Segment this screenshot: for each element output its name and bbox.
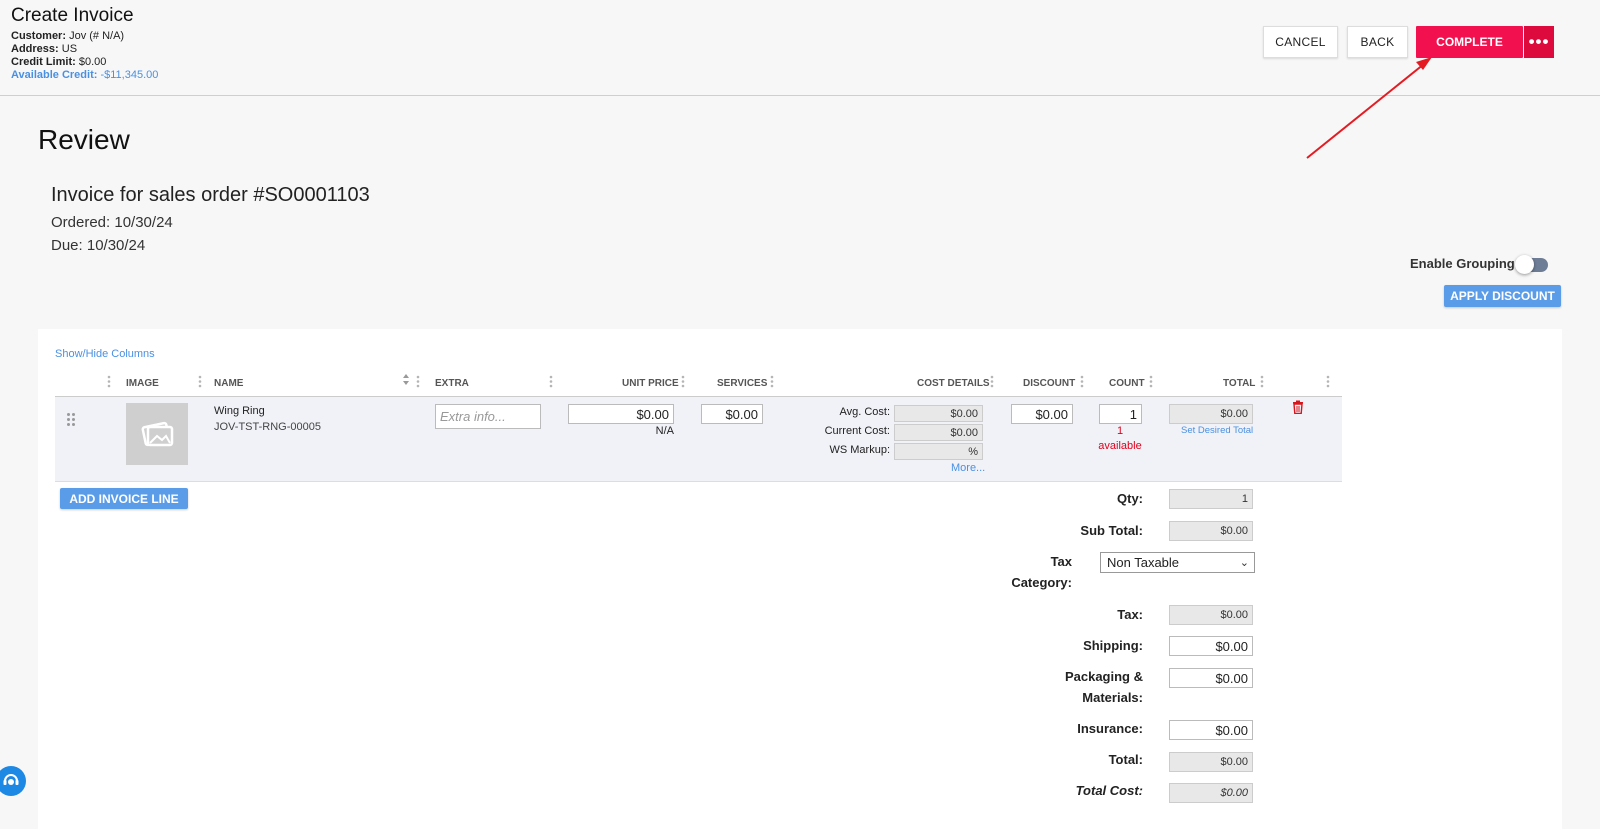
cancel-button[interactable]: CANCEL — [1263, 26, 1338, 58]
show-hide-columns-link[interactable]: Show/Hide Columns — [55, 348, 155, 360]
line-total-value: $0.00 — [1169, 404, 1253, 424]
subtotal-label: Sub Total: — [1080, 523, 1143, 538]
review-heading: Review — [38, 124, 130, 155]
set-desired-total-link[interactable]: Set Desired Total — [1181, 425, 1253, 436]
item-name[interactable]: Wing Ring — [214, 405, 265, 417]
product-image-placeholder — [126, 403, 188, 465]
discount-input[interactable]: $0.00 — [1011, 404, 1073, 424]
qty-label: Qty: — [1117, 491, 1143, 506]
toggle-knob — [1515, 255, 1534, 274]
invoice-title: Invoice for sales order #SO0001103 — [51, 184, 370, 206]
available-count: 1 — [1116, 425, 1124, 437]
unit-price-note: N/A — [655, 425, 674, 437]
drag-handle-icon[interactable] — [67, 413, 77, 429]
avg-cost-value: $0.00 — [894, 405, 983, 422]
current-cost-value: $0.00 — [894, 424, 983, 441]
chevron-down-icon: ⌄ — [1239, 557, 1249, 569]
add-invoice-line-button[interactable]: ADD INVOICE LINE — [60, 488, 188, 509]
item-sku: JOV-TST-RNG-00005 — [214, 421, 321, 433]
more-options-button[interactable]: ••• — [1524, 26, 1554, 58]
ordered-date: Ordered: 10/30/24 — [51, 214, 173, 231]
support-chat-button[interactable] — [0, 766, 26, 796]
tax-label: Tax: — [1117, 607, 1143, 622]
complete-button[interactable]: COMPLETE — [1416, 26, 1523, 58]
insurance-input[interactable]: $0.00 — [1169, 720, 1253, 740]
address-line: Address: US — [11, 43, 78, 55]
current-cost-label: Current Cost: — [824, 425, 890, 437]
unit-price-input[interactable]: $0.00 — [568, 404, 674, 424]
extra-info-input[interactable]: Extra info... — [435, 404, 541, 429]
insurance-label: Insurance: — [1077, 721, 1143, 736]
column-resize-handles — [107, 374, 1330, 388]
delete-line-icon[interactable] — [1292, 400, 1304, 414]
sort-icon — [403, 374, 409, 385]
subtotal-value: $0.00 — [1169, 521, 1253, 541]
qty-value: 1 — [1169, 489, 1253, 509]
apply-discount-button[interactable]: APPLY DISCOUNT — [1444, 285, 1561, 307]
available-credit-line: Available Credit: -$11,345.00 — [11, 69, 159, 81]
tax-category-select[interactable]: Non Taxable ⌄ — [1100, 552, 1255, 573]
page-header: Create Invoice Customer: Jov (# N/A) Add… — [0, 0, 1600, 96]
customer-line: Customer: Jov (# N/A) — [11, 30, 125, 42]
count-input[interactable]: 1 — [1099, 404, 1142, 424]
back-button[interactable]: BACK — [1347, 26, 1408, 58]
tax-value: $0.00 — [1169, 605, 1253, 625]
shipping-input[interactable]: $0.00 — [1169, 636, 1253, 656]
avg-cost-label[interactable]: Avg. Cost: — [790, 406, 890, 418]
more-cost-details-link[interactable]: More... — [951, 462, 985, 474]
enable-grouping-label: Enable Grouping — [1410, 256, 1515, 271]
tax-category-label: Tax — [1050, 554, 1072, 569]
support-agent-icon — [3, 774, 19, 785]
credit-limit-line: Credit Limit: $0.00 — [11, 56, 107, 68]
packaging-label: Packaging & — [1064, 669, 1143, 684]
shipping-label: Shipping: — [1083, 638, 1143, 653]
image-placeholder-icon — [141, 421, 174, 447]
ws-markup-label: WS Markup: — [829, 444, 890, 456]
total-cost-label: Total Cost: — [1075, 783, 1143, 798]
ws-markup-value: % — [894, 443, 983, 460]
services-input[interactable]: $0.00 — [701, 404, 763, 424]
packaging-input[interactable]: $0.00 — [1169, 668, 1253, 688]
tax-category-value: Non Taxable — [1107, 555, 1180, 570]
due-date: Due: 10/30/24 — [51, 237, 146, 254]
enable-grouping-toggle[interactable] — [1515, 255, 1548, 274]
tax-category-label-line2: Category: — [1011, 575, 1072, 590]
available-label: available — [1098, 440, 1142, 452]
total-value: $0.00 — [1169, 752, 1253, 772]
page-title: Create Invoice — [11, 5, 134, 26]
packaging-label-line2: Materials: — [1082, 690, 1143, 705]
total-cost-value: $0.00 — [1169, 783, 1253, 803]
total-label: Total: — [1108, 752, 1143, 767]
